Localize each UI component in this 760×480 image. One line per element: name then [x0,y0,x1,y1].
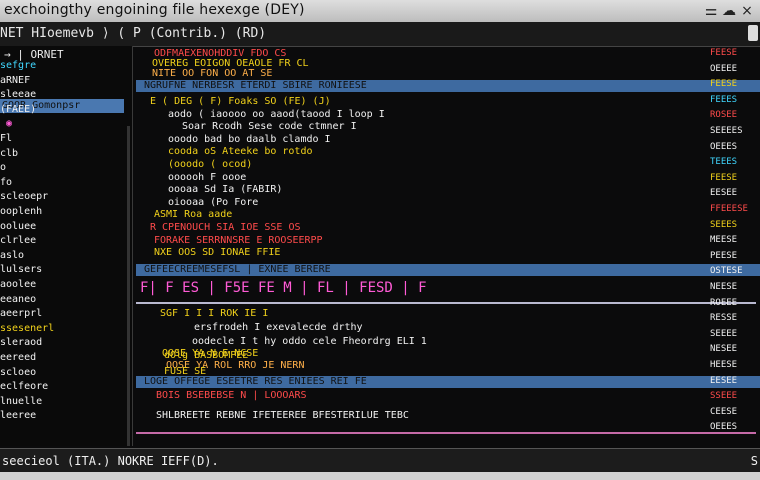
sidebar-item[interactable]: fo [0,177,12,188]
sidebar-item[interactable]: aeerprl [0,308,42,319]
right-rail-item: ROEEE [710,297,738,308]
sidebar: → | ORNET GOOR Gomonpsr sefgre aRNEF sleea… [0,46,133,446]
section-header-2: GEFEECREEMESEFSL | EXNEE BERERE [136,264,760,276]
code-line: SHLBREETE REBNE IFETEEREE BFESTERILUE TE… [156,410,409,421]
right-rail-item: FEESE [710,79,738,90]
right-rail-item: MEESE [710,235,738,246]
maximize-icon[interactable]: ☁ [720,2,738,20]
code-line: cooda oS Ateeke bo rotdo [168,146,313,158]
code-line: ASMI Roa aade [154,209,233,221]
right-rail-item: FEESE [710,48,738,58]
code-line: FUSE SE [164,366,207,377]
right-rail-item: NESEE [710,344,738,355]
tab-bar: NET HIoemevb ⟩ ( P (Contrib.) (RD) [0,22,760,47]
sidebar-item[interactable]: scloeo [0,367,36,378]
right-rail-item: RESSE [710,313,738,324]
sidebar-item[interactable]: sleeae [0,89,36,100]
sidebar-item[interactable]: ◉ [6,118,12,129]
sidebar-item[interactable]: o [0,162,6,173]
right-rail-item: OEEES [710,141,738,152]
sidebar-item[interactable]: lulsers [0,264,42,275]
sidebar-item[interactable]: ssesenerl [0,323,54,334]
editor-pane: NGRUFNE NERBESR ETERDI SBIRE RONIEESE OD… [136,46,760,446]
code-line: FORAKE SERRNNSRE E ROOSEERPP [154,234,323,246]
status-text: seecieol (ITA.) NOKRE IEFF(D). [2,454,219,468]
code-line: oooaa Sd Ia (FABIR) [168,184,283,196]
title-bar: exchoingthy engoining file hexexge (DEY)… [0,0,760,22]
code-line: E ( DEG ( F) Foaks SO (FE) (J) [150,96,331,107]
right-rail-item: EESEE [710,188,738,199]
section-header-1: NGRUFNE NERBESR ETERDI SBIRE RONIEESE [136,80,760,92]
sidebar-item[interactable]: clrlee [0,235,36,246]
right-rail-item: FEESE [710,172,738,183]
right-rail-item: SEEEE [710,328,738,339]
right-rail-item: CEESE [710,406,738,417]
right-rail-item: OEEEE [710,63,738,74]
active-tab[interactable]: NET HIoemevb ⟩ ( P (Contrib.) (RD) [0,26,266,41]
code-line: BOIS BSEBEBSE N | LOOOARS [156,390,307,401]
sidebar-item[interactable]: ooluee [0,221,36,232]
sidebar-item[interactable]: sefgre [0,60,36,71]
code-line: oodecle I t hy oddo cele Fheordrg ELI 1 [192,336,427,347]
sidebar-item[interactable]: aoolee [0,279,36,290]
sidebar-item[interactable]: (FAEE) [0,104,36,115]
right-rail-item: OSTESE [710,266,743,277]
status-end-indicator: S [750,454,758,468]
right-rail-item: EESEE [710,375,738,386]
sidebar-scrollbar[interactable] [127,126,130,446]
close-icon[interactable]: × [738,2,756,20]
right-rail-item: SEEES [710,219,738,230]
code-line: aodo ( iaoooo oo aaod(taood I loop I [168,108,385,120]
right-rail-item: TEEES [710,157,738,168]
code-line: (ooodo ( ocod) [168,159,253,170]
right-rail-item: ROSEE [710,110,738,121]
code-line: NITE OO FON OO AT SE [152,68,273,79]
code-line: oiooaa (Po Fore [168,196,259,208]
code-line: Soar Rcodh Sese code ctmner I [182,121,357,133]
code-line: OOSE YA N E NCSE [162,348,259,359]
section-divider [136,302,756,304]
right-rail-item: SEEEES [710,126,743,136]
code-line: ersfrodeh I exevalecde drthy [194,322,363,333]
sidebar-item[interactable]: ooplenh [0,206,42,217]
sidebar-item[interactable]: leeree [0,410,36,421]
right-rail-item: FEEES [710,94,738,105]
sidebar-item[interactable]: Fl [0,133,12,144]
section-divider-bottom [136,432,756,434]
code-line: R CPENOUCH SIA IOE SSE OS [150,222,301,233]
scrollbar-up-handle[interactable] [748,25,758,41]
right-rail-item: PEESE [710,250,738,261]
sidebar-item[interactable]: eereed [0,352,36,363]
window-bottom-edge [0,472,760,480]
right-rail-item: NEESE [710,282,738,292]
status-bar: seecieol (ITA.) NOKRE IEFF(D). S [0,448,760,473]
sidebar-item[interactable]: aRNEF [0,75,30,86]
sidebar-item[interactable]: scleoepr [0,191,48,202]
sidebar-item[interactable]: eeaneo [0,294,36,305]
code-line: SGF I I I ROK IE I [160,308,269,319]
right-rail-item: HEESE [710,360,738,370]
right-rail-item: FFEEESE [710,204,748,214]
code-block-title: F| F ES | F5E FE M | FL | FESD | F [140,280,427,296]
sidebar-item[interactable]: lnuelle [0,396,42,407]
right-rail-item: SSEEE [710,391,738,402]
sidebar-item[interactable]: clb [0,148,18,159]
minimize-icon[interactable]: ⚌ [702,2,720,20]
sidebar-item[interactable]: eclfeore [0,381,48,392]
code-line: oooooh F oooe [168,171,247,183]
right-rail-item: OEEES [710,422,738,433]
code-line: NXE OOS SD IONAE FFIE [154,247,281,259]
code-line: ooodo bad bo daalb clamdo I [168,133,331,145]
sidebar-item[interactable]: aslo [0,250,24,261]
window-title: exchoingthy engoining file hexexge (DEY) [4,2,305,18]
sidebar-item[interactable]: sleraod [0,337,42,348]
section-header-3: LOGE OFFEGE ESEETRE RES ENIEES REI FE [136,376,760,388]
